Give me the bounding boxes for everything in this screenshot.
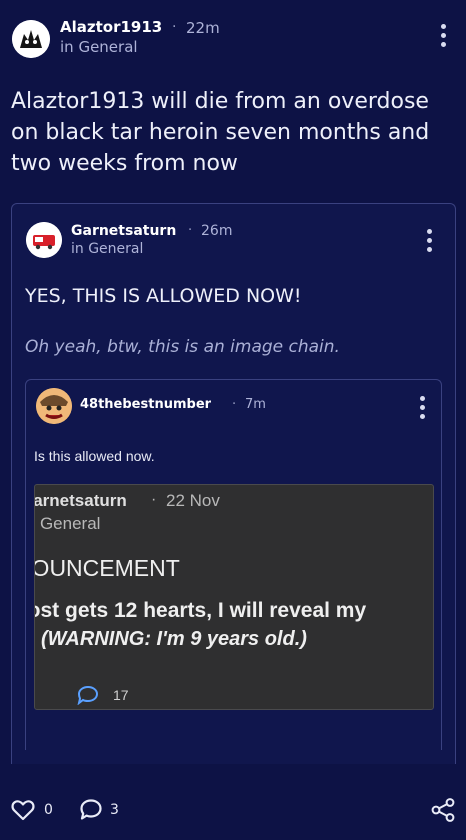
screenshot-author: Garnetsaturn — [34, 491, 127, 510]
quoted-headline: YES, THIS IS ALLOWED NOW! — [25, 285, 302, 307]
quoted-author-avatar[interactable] — [26, 222, 62, 258]
quoted-more-options-icon[interactable] — [427, 229, 433, 256]
screenshot-comment-count: 17 — [113, 687, 129, 703]
likes-count: 0 — [44, 802, 53, 818]
post-more-options-icon[interactable] — [441, 24, 447, 51]
nested-time: 7m — [245, 397, 266, 412]
comment-icon[interactable] — [79, 798, 103, 826]
post-community[interactable]: in General — [60, 38, 138, 56]
nested-body-text: Is this allowed now. — [34, 448, 155, 464]
screenshot-headline: ANNOUNCEMENT — [34, 555, 180, 581]
author-avatar[interactable] — [12, 20, 50, 58]
screenshot-line2: (WARNING: I'm 9 years old.) — [41, 628, 307, 650]
separator-dot: · — [232, 397, 237, 412]
nested-more-options-icon[interactable] — [420, 396, 426, 423]
screenshot-community: in General — [35, 514, 101, 533]
separator-dot: · — [188, 223, 193, 238]
quoted-community[interactable]: in General — [71, 241, 143, 257]
embedded-screenshot-image[interactable]: Garnetsaturn · 22 Nov in General ANNOUNC… — [34, 484, 434, 710]
screenshot-time: 22 Nov — [166, 491, 220, 510]
post-author-name[interactable]: Alaztor1913 — [60, 18, 162, 36]
quoted-time: 26m — [201, 223, 233, 239]
nested-author-name[interactable]: 48thebestnumber — [80, 397, 211, 412]
heart-icon[interactable] — [11, 799, 35, 825]
screenshot-line1: If this post gets 12 hearts, I will reve… — [35, 599, 367, 622]
separator-dot: · — [151, 491, 157, 508]
chat-bubble-icon — [77, 685, 99, 709]
post-time: 22m — [186, 19, 220, 37]
share-icon[interactable] — [430, 797, 456, 827]
nested-author-avatar[interactable] — [36, 388, 72, 424]
post-body-text: Alaztor1913 will die from an overdose on… — [11, 89, 430, 176]
quoted-italic-text: Oh yeah, btw, this is an image chain. — [25, 337, 340, 357]
separator-dot: · — [172, 19, 177, 35]
quoted-author-name[interactable]: Garnetsaturn — [71, 223, 176, 239]
comments-count: 3 — [110, 802, 119, 818]
